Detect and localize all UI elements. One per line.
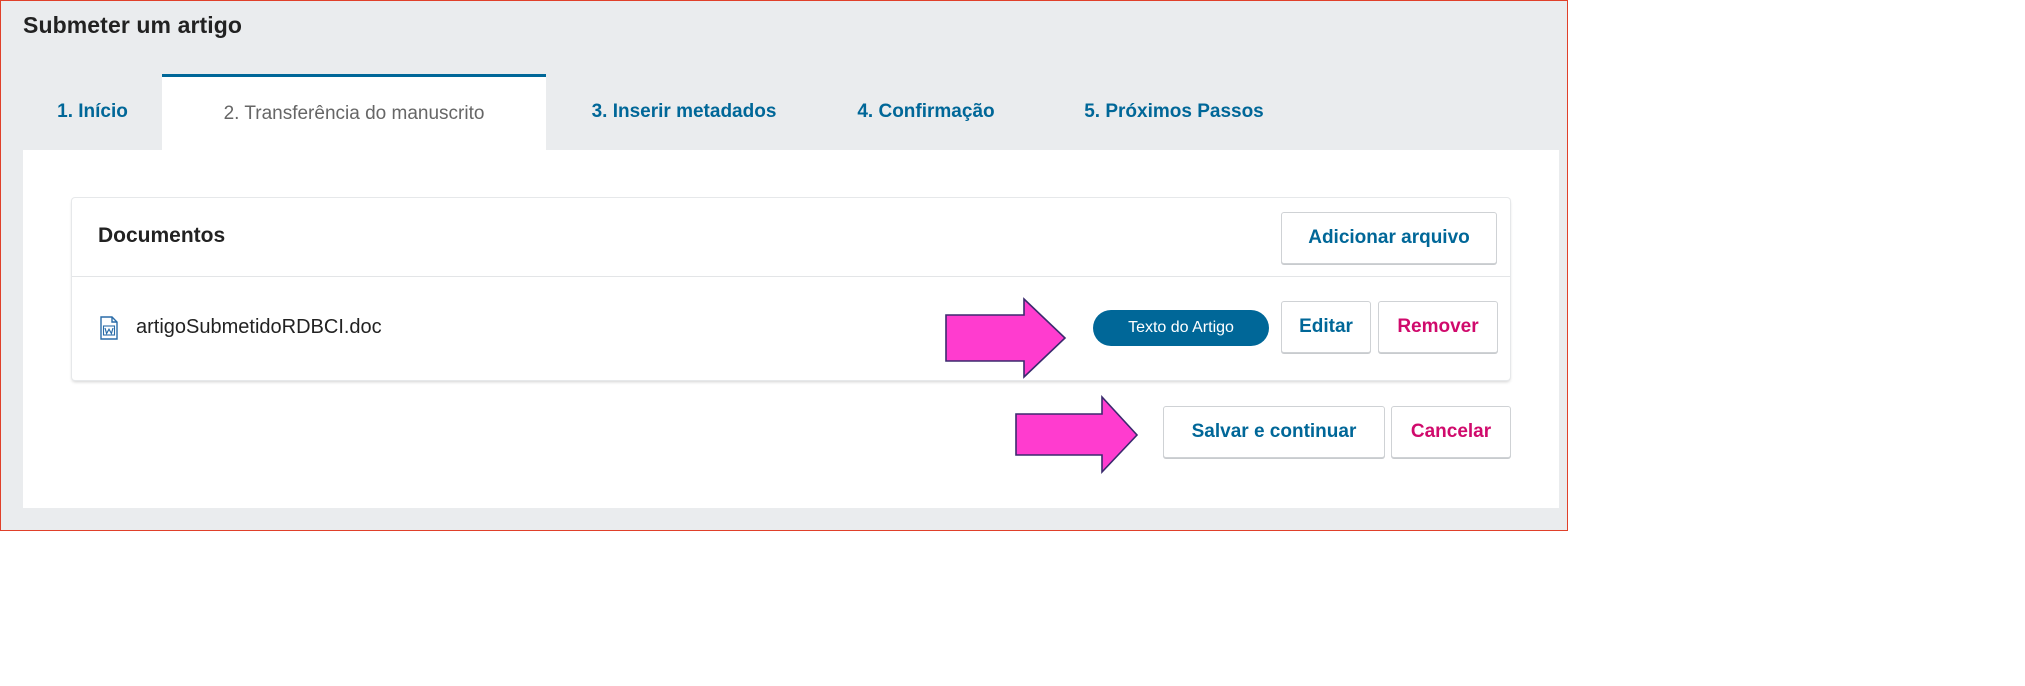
file-genre-badge: Texto do Artigo xyxy=(1093,310,1269,346)
page-title: Submeter um artigo xyxy=(23,12,243,38)
cancel-button[interactable]: Cancelar xyxy=(1391,406,1511,458)
annotation-arrow-icon xyxy=(945,297,1067,379)
word-document-icon xyxy=(100,316,118,340)
tab-inserir-metadados[interactable]: 3. Inserir metadados xyxy=(546,74,822,150)
file-list-item: artigoSubmetidoRDBCI.doc Texto do Artigo… xyxy=(72,277,1510,380)
submission-frame: Submeter um artigo 1. Início 2. Transfer… xyxy=(0,0,1568,531)
tab-confirmacao[interactable]: 4. Confirmação xyxy=(822,74,1030,150)
tab-inicio[interactable]: 1. Início xyxy=(23,74,162,150)
tab-transferencia-manuscrito[interactable]: 2. Transferência do manuscrito xyxy=(162,74,546,150)
save-and-continue-button[interactable]: Salvar e continuar xyxy=(1163,406,1385,458)
documents-card: Documentos Adicionar arquivo artigoSubme… xyxy=(72,198,1510,380)
documents-title: Documentos xyxy=(98,224,226,247)
edit-file-button[interactable]: Editar xyxy=(1281,301,1371,353)
add-file-button[interactable]: Adicionar arquivo xyxy=(1281,212,1497,264)
file-name[interactable]: artigoSubmetidoRDBCI.doc xyxy=(136,316,382,339)
annotation-arrow-icon xyxy=(1015,395,1139,475)
documents-card-header: Documentos Adicionar arquivo xyxy=(72,198,1510,277)
tab-proximos-passos[interactable]: 5. Próximos Passos xyxy=(1030,74,1318,150)
remove-file-button[interactable]: Remover xyxy=(1378,301,1498,353)
tab-content-panel: Documentos Adicionar arquivo artigoSubme… xyxy=(23,150,1559,508)
